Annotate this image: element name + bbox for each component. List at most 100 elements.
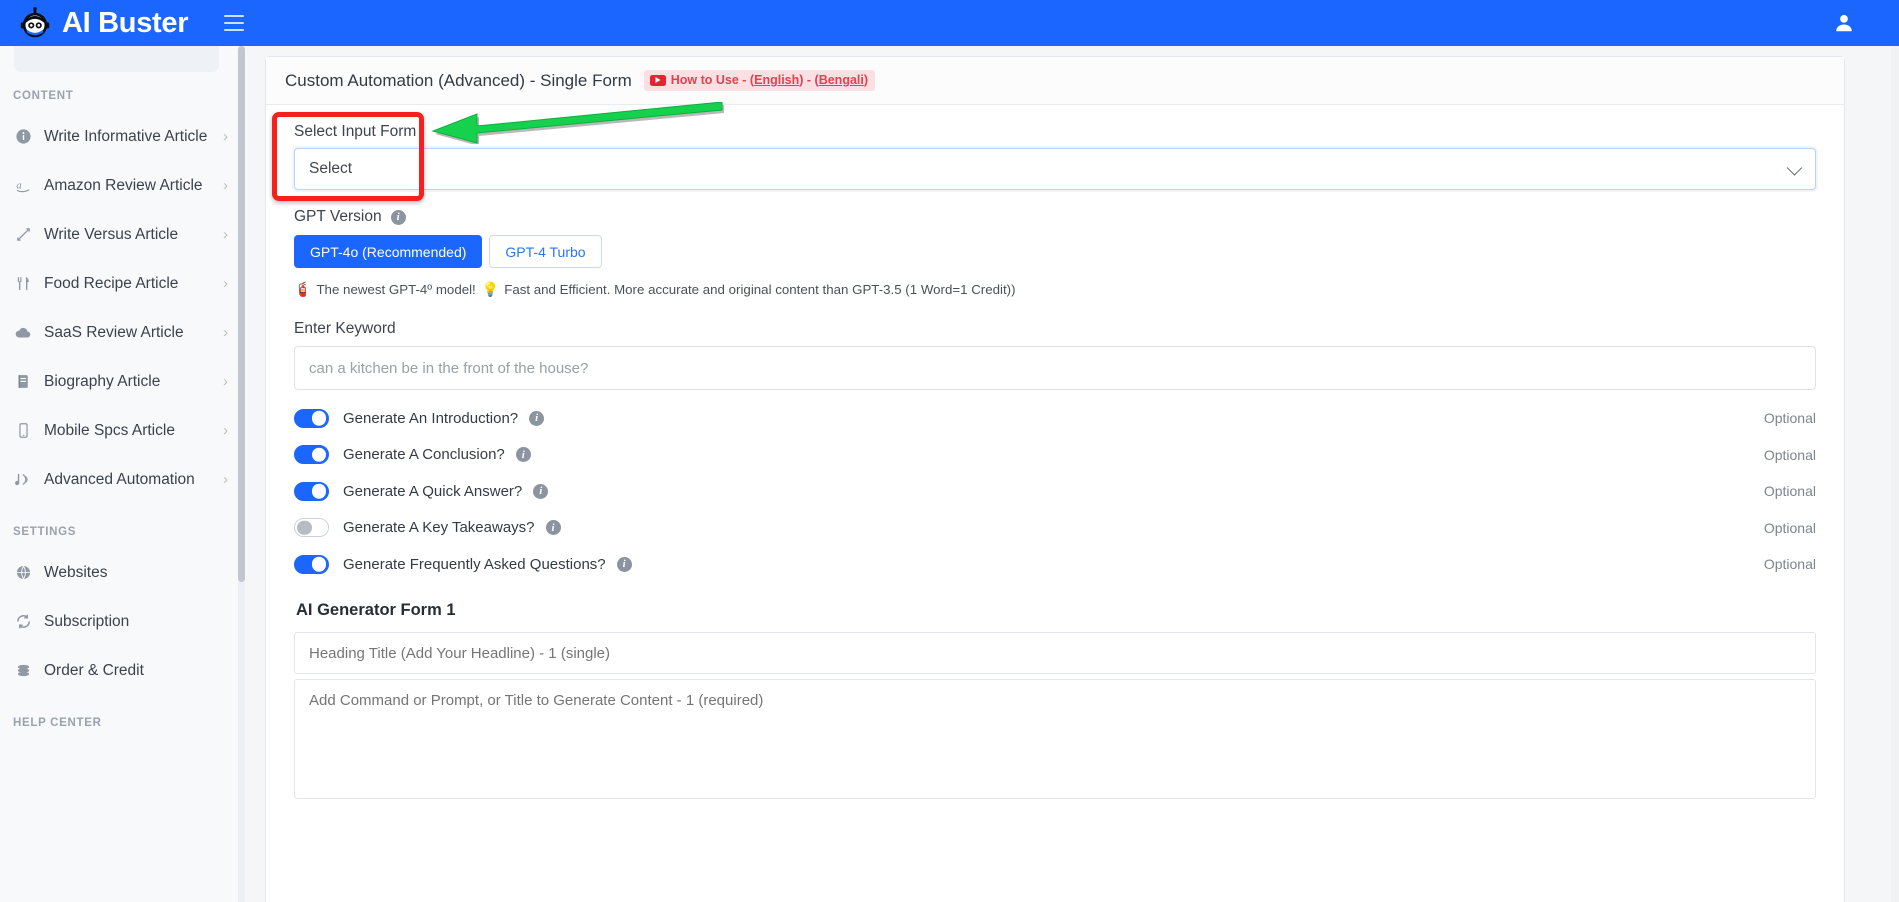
sidebar-item-label: Advanced Automation bbox=[44, 470, 195, 488]
how-to-use-bengali-link[interactable]: Bengali bbox=[819, 73, 864, 87]
sidebar-section-label: CONTENT bbox=[13, 90, 74, 102]
fork-knife-icon bbox=[13, 275, 33, 292]
prompt-content-input[interactable] bbox=[294, 678, 1816, 799]
brand-logo-group[interactable]: AI Buster bbox=[18, 6, 189, 40]
chevron-right-icon: › bbox=[223, 373, 228, 390]
sidebar-section-label: SETTINGS bbox=[13, 526, 77, 538]
sidebar-item-websites[interactable]: Websites bbox=[0, 548, 244, 597]
user-account-icon[interactable] bbox=[1833, 12, 1855, 34]
optional-label: Optional bbox=[1763, 446, 1816, 463]
select-input-form-dropdown[interactable]: Select bbox=[294, 148, 1816, 190]
toggle-row: Generate A Key Takeaways? i Optional bbox=[294, 510, 1816, 547]
gpt-version-button-group: GPT-4o (Recommended) GPT-4 Turbo bbox=[294, 235, 1816, 268]
info-icon[interactable]: i bbox=[616, 556, 632, 572]
optional-label: Optional bbox=[1763, 519, 1816, 536]
chevron-right-icon: › bbox=[223, 177, 228, 194]
gpt-4o-button[interactable]: GPT-4o (Recommended) bbox=[294, 235, 483, 268]
sidebar-item-label: Order & Credit bbox=[44, 661, 144, 679]
sidebar-item-saas-review-article[interactable]: SaaS Review Article › bbox=[0, 308, 244, 357]
sidebar-item-label: SaaS Review Article bbox=[44, 323, 184, 341]
sidebar-item-label: Websites bbox=[44, 563, 108, 581]
sidebar-item-order-credit[interactable]: Order & Credit bbox=[0, 646, 244, 695]
sidebar-section-gap bbox=[0, 695, 244, 717]
info-icon[interactable]: i bbox=[515, 447, 531, 463]
toggle-label: Generate A Conclusion? bbox=[343, 446, 505, 464]
sidebar-scrollbar-thumb[interactable] bbox=[238, 46, 245, 582]
gpt-version-label: GPT Version bbox=[294, 208, 382, 225]
gpt-version-note-part2: Fast and Efficient. More accurate and or… bbox=[504, 282, 1016, 297]
sidebar-item-write-versus-article[interactable]: Write Versus Article › bbox=[0, 210, 244, 259]
toggle-generate-a-quick-answer[interactable] bbox=[294, 481, 329, 501]
fire-extinguisher-emoji: 🧯 bbox=[294, 281, 312, 297]
book-icon bbox=[13, 373, 33, 390]
how-to-use-english-link[interactable]: English bbox=[754, 73, 799, 87]
toggle-knob bbox=[297, 520, 312, 535]
toggle-generate-a-key-takeaways[interactable] bbox=[294, 518, 329, 538]
toggle-row: Generate An Introduction? i Optional bbox=[294, 400, 1816, 437]
chevron-right-icon: › bbox=[223, 128, 228, 145]
info-icon[interactable]: i bbox=[533, 483, 549, 499]
sidebar-item-label: Write Versus Article bbox=[44, 225, 179, 243]
amazon-a-icon: a bbox=[13, 177, 33, 194]
info-circle-icon bbox=[13, 128, 33, 145]
toggle-generate-frequently-asked-questions[interactable] bbox=[294, 554, 329, 574]
sidebar-item-mobile-spcs-article[interactable]: Mobile Spcs Article › bbox=[0, 406, 244, 455]
info-icon[interactable]: i bbox=[545, 520, 561, 536]
gpt-version-note-part1: The newest GPT-4º model! bbox=[316, 282, 476, 297]
toggle-label: Generate A Quick Answer? bbox=[343, 482, 523, 500]
chevron-right-icon: › bbox=[223, 422, 228, 439]
sidebar-item-label: Amazon Review Article bbox=[44, 176, 203, 194]
how-to-use-badge[interactable]: How to Use - (English) - (Bengali) bbox=[643, 70, 876, 91]
sidebar-item-subscription[interactable]: Subscription bbox=[0, 597, 244, 646]
hamburger-menu-icon[interactable] bbox=[224, 15, 245, 31]
sidebar-item-label: Write Informative Article bbox=[44, 127, 208, 145]
sidebar-item-advanced-automation[interactable]: Advanced Automation › bbox=[0, 455, 244, 504]
enter-keyword-label: Enter Keyword bbox=[294, 320, 396, 337]
sidebar-item-label: Food Recipe Article bbox=[44, 274, 179, 292]
chevron-right-icon: › bbox=[223, 324, 228, 341]
robot-logo-icon bbox=[20, 7, 50, 38]
toggle-knob bbox=[311, 484, 326, 499]
toggle-label: Generate A Key Takeaways? bbox=[343, 519, 535, 537]
cloud-icon bbox=[13, 324, 33, 342]
select-input-form-label: Select Input Form bbox=[294, 123, 417, 140]
sidebar-item-write-informative-article[interactable]: Write Informative Article › bbox=[0, 112, 244, 161]
main-content-area: Custom Automation (Advanced) - Single Fo… bbox=[245, 46, 1899, 902]
info-icon[interactable]: i bbox=[529, 410, 545, 426]
sidebar-section-label: HELP CENTER bbox=[13, 717, 102, 729]
keyword-input[interactable] bbox=[294, 346, 1816, 390]
sidebar: CONTENT Write Informative Article › a Amazon… bbox=[0, 46, 245, 902]
info-icon[interactable]: i bbox=[390, 209, 406, 225]
optional-label: Optional bbox=[1763, 483, 1816, 500]
mobile-phone-icon bbox=[13, 422, 33, 439]
toggle-row: Generate A Conclusion? i Optional bbox=[294, 437, 1816, 474]
select-input-form-value: Select bbox=[309, 160, 353, 177]
toggle-row: Generate Frequently Asked Questions? i Opt… bbox=[294, 546, 1816, 583]
main-scrollbar[interactable] bbox=[1891, 46, 1899, 902]
toggle-knob bbox=[311, 411, 326, 426]
chevron-right-icon: › bbox=[223, 226, 228, 243]
card-header: Custom Automation (Advanced) - Single Fo… bbox=[266, 57, 1844, 105]
coins-stack-icon bbox=[13, 662, 33, 679]
sidebar-item-label: Mobile Spcs Article bbox=[44, 421, 175, 439]
sidebar-scrollbar[interactable] bbox=[238, 46, 245, 902]
gpt-4-turbo-button[interactable]: GPT-4 Turbo bbox=[489, 235, 602, 268]
sidebar-item-amazon-review-article[interactable]: a Amazon Review Article › bbox=[0, 161, 244, 210]
chevron-right-icon: › bbox=[223, 471, 228, 488]
sidebar-item-food-recipe-article[interactable]: Food Recipe Article › bbox=[0, 259, 244, 308]
heading-title-input[interactable] bbox=[294, 631, 1816, 674]
toggle-generate-an-introduction[interactable] bbox=[294, 408, 329, 428]
card-body: Select Input Form Select GPT Version i G… bbox=[266, 105, 1844, 799]
toggle-label: Generate Frequently Asked Questions? bbox=[343, 555, 606, 573]
toggle-generate-a-conclusion[interactable] bbox=[294, 445, 329, 465]
top-navigation-bar: AI Buster bbox=[0, 0, 1899, 46]
automation-card: Custom Automation (Advanced) - Single Fo… bbox=[265, 56, 1845, 902]
youtube-icon bbox=[649, 74, 666, 86]
sidebar-item-biography-article[interactable]: Biography Article › bbox=[0, 357, 244, 406]
toggle-list: Generate An Introduction? i Optional Genera… bbox=[294, 400, 1816, 583]
chevron-right-icon: › bbox=[223, 275, 228, 292]
toggle-row: Generate A Quick Answer? i Optional bbox=[294, 473, 1816, 510]
gpt-version-note: 🧯 The newest GPT-4º model! 💡 Fast and Ef… bbox=[294, 281, 1816, 298]
lightbulb-emoji: 💡 bbox=[481, 281, 500, 297]
gpt-version-label-row: GPT Version i bbox=[294, 208, 1816, 226]
